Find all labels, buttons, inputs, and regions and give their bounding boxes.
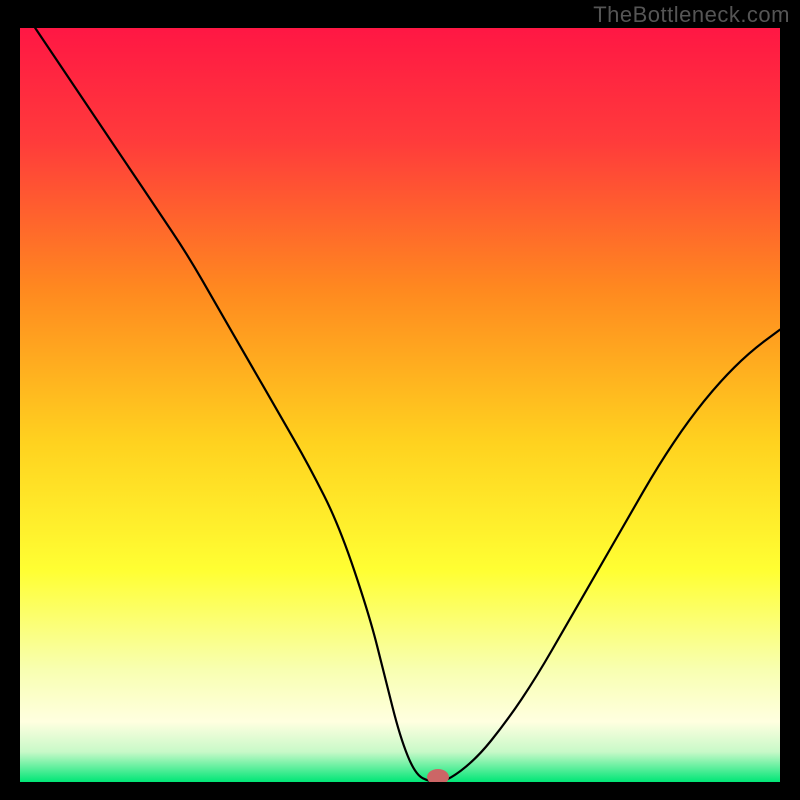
watermark-text: TheBottleneck.com [593, 2, 790, 28]
plot-area [20, 28, 780, 782]
chart-frame: TheBottleneck.com [0, 0, 800, 800]
chart-svg [20, 28, 780, 782]
gradient-background [20, 28, 780, 782]
